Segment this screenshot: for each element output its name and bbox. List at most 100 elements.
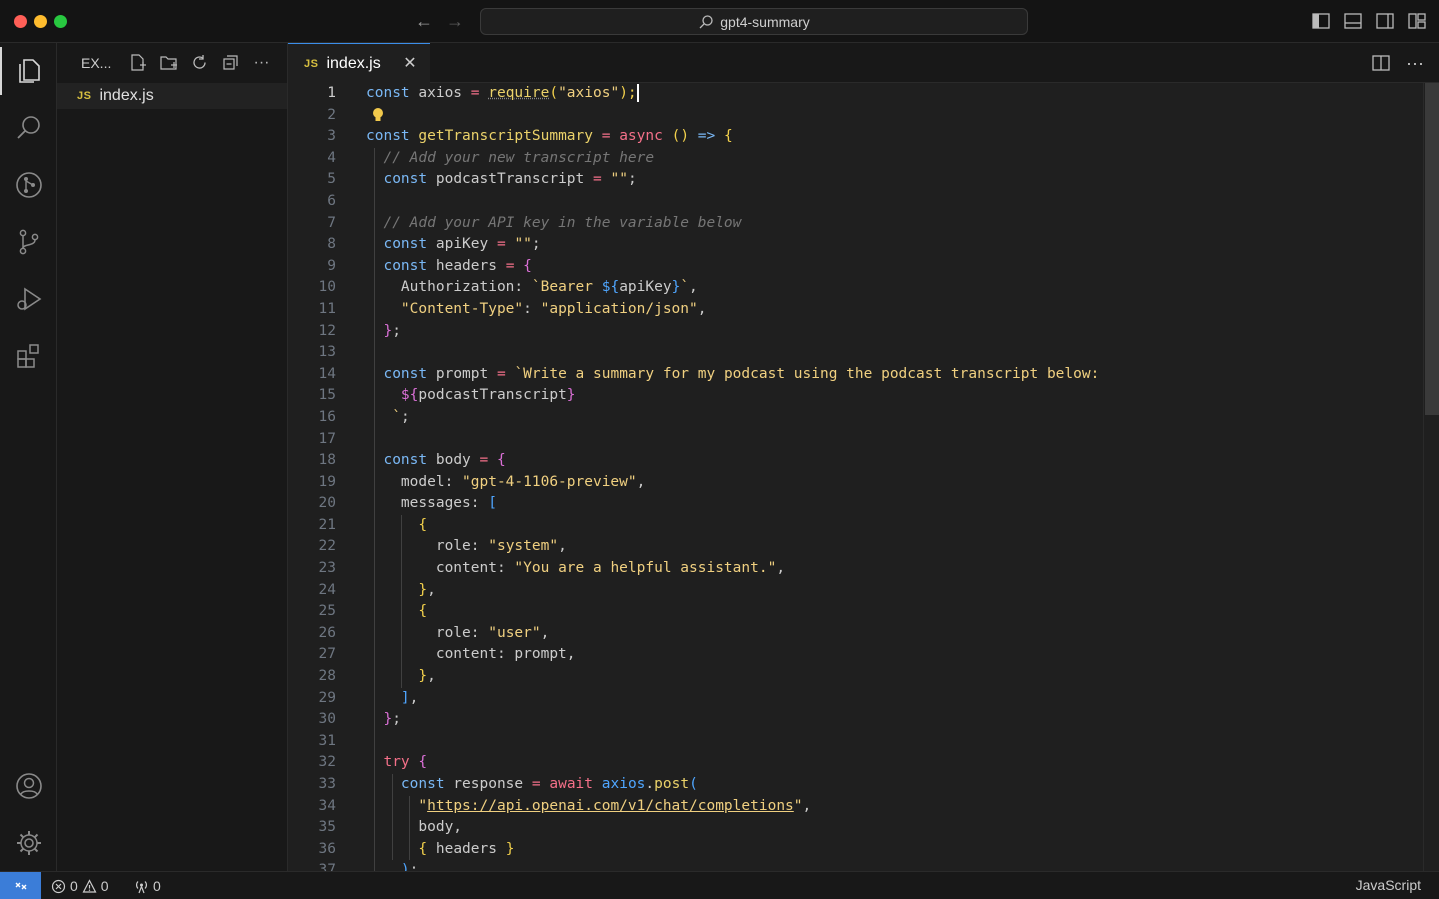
code-line[interactable]: body, xyxy=(366,817,1419,839)
line-number: 29 xyxy=(288,688,348,710)
code-line[interactable]: role: "user", xyxy=(366,623,1419,645)
line-number: 25 xyxy=(288,601,348,623)
explorer-activity[interactable] xyxy=(0,47,57,95)
code-line[interactable]: // Add your API key in the variable belo… xyxy=(366,213,1419,235)
url-link[interactable]: https://api.openai.com/v1/chat/completio… xyxy=(427,798,794,814)
code-line[interactable] xyxy=(366,191,1419,213)
back-arrow-icon[interactable]: ← xyxy=(413,10,435,32)
collapse-all-icon[interactable] xyxy=(221,53,240,72)
code-line[interactable]: role: "system", xyxy=(366,536,1419,558)
code-line[interactable]: ], xyxy=(366,688,1419,710)
line-number: 37 xyxy=(288,860,348,871)
more-actions-icon[interactable]: ··· xyxy=(252,53,271,72)
new-folder-icon[interactable] xyxy=(159,53,178,72)
editor-scrollbar[interactable] xyxy=(1423,83,1439,871)
code-line[interactable] xyxy=(366,731,1419,753)
file-tree-item[interactable]: JS index.js xyxy=(57,83,287,109)
line-number: 30 xyxy=(288,709,348,731)
timeline-activity[interactable] xyxy=(0,161,57,209)
problems-indicator[interactable]: 0 0 xyxy=(51,876,109,896)
refresh-icon[interactable] xyxy=(190,53,209,72)
code-line[interactable]: { xyxy=(366,515,1419,537)
line-number: 8 xyxy=(288,234,348,256)
customize-layout-icon[interactable] xyxy=(1407,11,1427,31)
remote-indicator[interactable] xyxy=(0,872,41,899)
window-minimize-button[interactable] xyxy=(34,15,47,28)
ports-indicator[interactable]: 0 xyxy=(134,876,161,896)
account-icon xyxy=(14,771,44,801)
code-line[interactable]: content: prompt, xyxy=(366,644,1419,666)
line-number: 35 xyxy=(288,817,348,839)
code-line[interactable]: { xyxy=(366,601,1419,623)
accounts-activity[interactable] xyxy=(0,762,57,810)
line-number: 5 xyxy=(288,169,348,191)
extensions-activity[interactable] xyxy=(0,332,57,380)
editor-tab-bar: JS index.js ✕ ··· xyxy=(288,43,1439,83)
source-control-icon xyxy=(14,227,44,257)
manage-activity[interactable] xyxy=(0,819,57,867)
more-actions-icon[interactable]: ··· xyxy=(1405,53,1425,73)
code-editor[interactable]: 1 2 3 4 5 6 7 8 9 10 11 12 13 14 15 16 17 18 19 20 21 22 23 24 2… xyxy=(288,83,1439,871)
run-debug-activity[interactable] xyxy=(0,275,57,323)
explorer-toolbar: ··· xyxy=(128,53,271,72)
code-line[interactable]: const body = { xyxy=(366,450,1419,472)
command-center-search[interactable]: gpt4-summary xyxy=(480,8,1028,35)
code-line[interactable]: const prompt = `Write a summary for my p… xyxy=(366,364,1419,386)
line-number-gutter: 1 2 3 4 5 6 7 8 9 10 11 12 13 14 15 16 17 18 19 20 21 22 23 24 2… xyxy=(288,83,348,871)
code-line[interactable]: Authorization: `Bearer ${apiKey}`, xyxy=(366,277,1419,299)
code-line[interactable]: ${podcastTranscript} xyxy=(366,385,1419,407)
close-icon[interactable]: ✕ xyxy=(400,54,420,74)
line-number: 24 xyxy=(288,580,348,602)
code-line[interactable]: const response = await axios.post( xyxy=(366,774,1419,796)
code-line[interactable]: const podcastTranscript = ""; xyxy=(366,169,1419,191)
window-close-button[interactable] xyxy=(14,15,27,28)
line-number: 9 xyxy=(288,256,348,278)
split-editor-icon[interactable] xyxy=(1371,53,1391,73)
code-line[interactable]: const getTranscriptSummary = async () =>… xyxy=(366,126,1419,148)
code-line[interactable] xyxy=(366,429,1419,451)
code-line[interactable]: "Content-Type": "application/json", xyxy=(366,299,1419,321)
line-number: 4 xyxy=(288,148,348,170)
line-number: 26 xyxy=(288,623,348,645)
code-line[interactable] xyxy=(366,105,1419,127)
toggle-primary-sidebar-icon[interactable] xyxy=(1311,11,1331,31)
code-line[interactable]: }, xyxy=(366,580,1419,602)
toggle-secondary-sidebar-icon[interactable] xyxy=(1375,11,1395,31)
code-line[interactable]: `; xyxy=(366,407,1419,429)
scrollbar-thumb[interactable] xyxy=(1425,83,1439,415)
code-line[interactable]: ); xyxy=(366,860,1419,871)
lightbulb-icon[interactable] xyxy=(372,107,384,123)
search-activity[interactable] xyxy=(0,104,57,152)
source-control-activity[interactable] xyxy=(0,218,57,266)
code-line[interactable]: messages: [ xyxy=(366,493,1419,515)
code-line[interactable] xyxy=(366,342,1419,364)
title-bar: ← → gpt4-summary xyxy=(0,0,1439,43)
new-file-icon[interactable] xyxy=(128,53,147,72)
code-content[interactable]: const axios = require("axios"); const ge… xyxy=(366,83,1419,871)
explorer-sidebar: EX... ··· JS index.js xyxy=(57,43,288,871)
toggle-panel-icon[interactable] xyxy=(1343,11,1363,31)
activity-bar xyxy=(0,43,57,871)
run-debug-icon xyxy=(14,284,44,314)
code-line[interactable]: const axios = require("axios"); xyxy=(366,83,1419,105)
code-line[interactable]: const apiKey = ""; xyxy=(366,234,1419,256)
code-line[interactable]: }, xyxy=(366,666,1419,688)
line-number: 11 xyxy=(288,299,348,321)
code-line[interactable]: model: "gpt-4-1106-preview", xyxy=(366,472,1419,494)
language-mode[interactable]: JavaScript xyxy=(1356,877,1421,893)
code-line[interactable]: }; xyxy=(366,709,1419,731)
code-line[interactable]: { headers } xyxy=(366,839,1419,861)
line-number: 2 xyxy=(288,105,348,127)
code-line[interactable]: try { xyxy=(366,752,1419,774)
line-number: 10 xyxy=(288,277,348,299)
code-line[interactable]: // Add your new transcript here xyxy=(366,148,1419,170)
layout-controls xyxy=(1311,11,1427,31)
forward-arrow-icon[interactable]: → xyxy=(444,10,466,32)
code-line[interactable]: const headers = { xyxy=(366,256,1419,278)
code-line[interactable]: "https://api.openai.com/v1/chat/completi… xyxy=(366,796,1419,818)
tab-index-js[interactable]: JS index.js ✕ xyxy=(288,43,430,83)
window-maximize-button[interactable] xyxy=(54,15,67,28)
line-number: 34 xyxy=(288,796,348,818)
code-line[interactable]: }; xyxy=(366,321,1419,343)
code-line[interactable]: content: "You are a helpful assistant.", xyxy=(366,558,1419,580)
